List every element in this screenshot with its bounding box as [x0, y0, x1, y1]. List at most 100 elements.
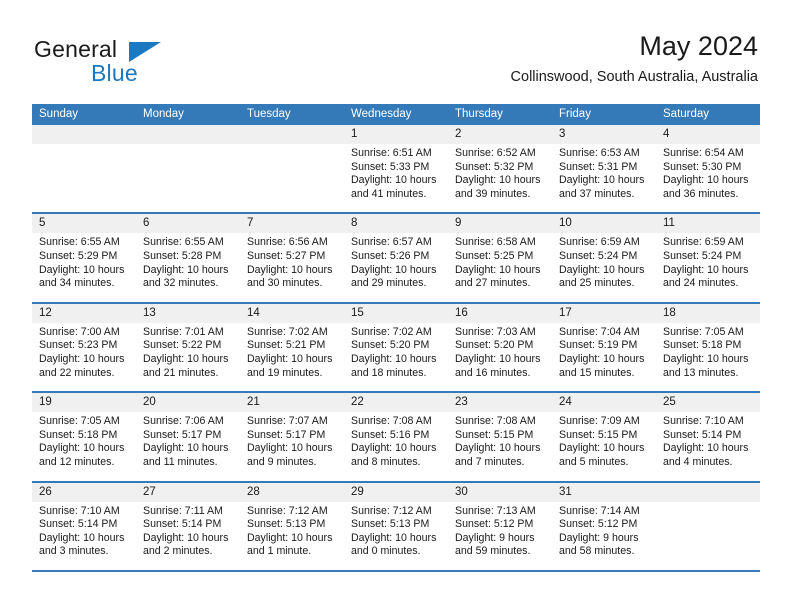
daylight-text: Daylight: 10 hours — [559, 174, 645, 187]
daylight-text: Daylight: 10 hours — [39, 352, 125, 365]
daylight-text-cont: and 3 minutes. — [39, 545, 109, 558]
sunset-text: Sunset: 5:26 PM — [351, 249, 430, 262]
day-detail-body: Sunrise: 6:57 AM Sunset: 5:26 PM Daylight:… — [344, 233, 448, 290]
day-detail-body: Sunrise: 7:14 AM Sunset: 5:12 PM Daylight:… — [552, 502, 656, 559]
day-number-band: 6 — [136, 214, 240, 234]
calendar-day-cell[interactable]: 15 Sunrise: 7:02 AM Sunset: 5:20 PM Dayligh… — [344, 303, 448, 392]
day-number: 22 — [351, 396, 364, 409]
daylight-text: Daylight: 10 hours — [247, 531, 333, 544]
day-number-band: 17 — [552, 303, 656, 323]
daylight-text-cont: and 27 minutes. — [455, 277, 531, 290]
sunset-text: Sunset: 5:20 PM — [351, 339, 430, 352]
day-number: 27 — [143, 485, 156, 498]
daylight-text-cont: and 9 minutes. — [247, 455, 317, 468]
sunrise-text: Sunrise: 7:00 AM — [39, 325, 120, 338]
calendar-day-cell[interactable]: 28 Sunrise: 7:12 AM Sunset: 5:13 PM Dayligh… — [240, 482, 344, 570]
weekday-header-friday: Friday — [559, 108, 591, 120]
calendar-day-cell[interactable]: 23 Sunrise: 7:08 AM Sunset: 5:15 PM Dayligh… — [448, 393, 552, 481]
day-number-band: 9 — [448, 214, 552, 234]
day-detail-body: Sunrise: 7:01 AM Sunset: 5:22 PM Daylight:… — [136, 323, 240, 380]
calendar-day-cell[interactable]: 22 Sunrise: 7:08 AM Sunset: 5:16 PM Dayligh… — [344, 393, 448, 481]
sunrise-text: Sunrise: 7:03 AM — [455, 325, 536, 338]
calendar-day-cell[interactable]: 20 Sunrise: 7:06 AM Sunset: 5:17 PM Dayligh… — [136, 393, 240, 481]
weekday-header-thursday: Thursday — [455, 108, 503, 120]
day-detail-body: Sunrise: 7:12 AM Sunset: 5:13 PM Daylight:… — [240, 502, 344, 559]
daylight-text-cont: and 24 minutes. — [663, 277, 739, 290]
daylight-text-cont: and 41 minutes. — [351, 187, 427, 200]
sunset-text: Sunset: 5:28 PM — [143, 249, 222, 262]
calendar-day-cell[interactable]: 13 Sunrise: 7:01 AM Sunset: 5:22 PM Dayligh… — [136, 303, 240, 392]
daylight-text-cont: and 25 minutes. — [559, 277, 635, 290]
day-number-band — [240, 125, 344, 144]
sunrise-text: Sunrise: 7:01 AM — [143, 325, 224, 338]
day-number: 4 — [663, 128, 670, 140]
calendar-day-cell[interactable]: 16 Sunrise: 7:03 AM Sunset: 5:20 PM Dayligh… — [448, 303, 552, 392]
daylight-text: Daylight: 10 hours — [455, 174, 541, 187]
weekday-header-monday: Monday — [143, 108, 184, 120]
sunset-text: Sunset: 5:14 PM — [39, 518, 118, 531]
sunset-text: Sunset: 5:31 PM — [559, 160, 638, 173]
general-blue-logo[interactable]: General Blue — [34, 36, 264, 92]
sunrise-text: Sunrise: 7:12 AM — [351, 504, 432, 517]
daylight-text: Daylight: 10 hours — [247, 442, 333, 455]
calendar-day-cell[interactable]: 29 Sunrise: 7:12 AM Sunset: 5:13 PM Dayligh… — [344, 482, 448, 570]
calendar-day-cell[interactable]: 17 Sunrise: 7:04 AM Sunset: 5:19 PM Dayligh… — [552, 303, 656, 392]
calendar-day-cell[interactable]: 18 Sunrise: 7:05 AM Sunset: 5:18 PM Dayligh… — [656, 303, 760, 392]
day-number: 1 — [351, 128, 358, 140]
daylight-text: Daylight: 10 hours — [559, 442, 645, 455]
calendar-day-cell[interactable]: 2 Sunrise: 6:52 AM Sunset: 5:32 PM Daylight… — [448, 125, 552, 213]
calendar-day-cell[interactable]: 1 Sunrise: 6:51 AM Sunset: 5:33 PM Daylight… — [344, 125, 448, 213]
day-number: 12 — [39, 306, 52, 319]
day-number-band: 30 — [448, 482, 552, 502]
sunrise-text: Sunrise: 7:02 AM — [351, 325, 432, 338]
day-number-band — [656, 482, 760, 502]
daylight-text-cont: and 39 minutes. — [455, 187, 531, 200]
sunrise-text: Sunrise: 6:59 AM — [559, 236, 640, 249]
calendar-day-cell[interactable]: 19 Sunrise: 7:05 AM Sunset: 5:18 PM Dayligh… — [32, 393, 136, 481]
daylight-text: Daylight: 10 hours — [351, 174, 437, 187]
calendar-day-cell[interactable]: 27 Sunrise: 7:11 AM Sunset: 5:14 PM Dayligh… — [136, 482, 240, 570]
calendar-day-cell[interactable]: 30 Sunrise: 7:13 AM Sunset: 5:12 PM Dayligh… — [448, 482, 552, 570]
calendar-day-cell[interactable]: 11 Sunrise: 6:59 AM Sunset: 5:24 PM Dayligh… — [656, 214, 760, 302]
sunrise-text: Sunrise: 6:55 AM — [39, 236, 120, 249]
day-number-band: 19 — [32, 393, 136, 413]
calendar-day-cell[interactable]: 25 Sunrise: 7:10 AM Sunset: 5:14 PM Dayligh… — [656, 393, 760, 481]
calendar-day-cell-empty — [656, 482, 760, 570]
daylight-text-cont: and 37 minutes. — [559, 187, 635, 200]
daylight-text-cont: and 0 minutes. — [351, 545, 421, 558]
day-number-band: 23 — [448, 393, 552, 413]
calendar-day-cell[interactable]: 10 Sunrise: 6:59 AM Sunset: 5:24 PM Dayligh… — [552, 214, 656, 302]
day-number-band: 21 — [240, 393, 344, 413]
day-detail-body: Sunrise: 7:02 AM Sunset: 5:20 PM Daylight:… — [344, 323, 448, 380]
brand-name-general: General — [34, 36, 118, 62]
calendar-grid: Sunday Monday Tuesday Wednesday Thursday Frid… — [32, 104, 760, 572]
sunrise-text: Sunrise: 6:51 AM — [351, 147, 432, 159]
calendar-day-cell[interactable]: 8 Sunrise: 6:57 AM Sunset: 5:26 PM Daylight… — [344, 214, 448, 302]
day-number: 5 — [39, 217, 46, 230]
day-number-band: 3 — [552, 125, 656, 144]
calendar-day-cell[interactable]: 31 Sunrise: 7:14 AM Sunset: 5:12 PM Dayligh… — [552, 482, 656, 570]
sunset-text: Sunset: 5:13 PM — [351, 518, 430, 531]
calendar-day-cell[interactable]: 24 Sunrise: 7:09 AM Sunset: 5:15 PM Dayligh… — [552, 393, 656, 481]
calendar-day-cell[interactable]: 6 Sunrise: 6:55 AM Sunset: 5:28 PM Daylight… — [136, 214, 240, 302]
title-block: May 2024 Collinswood, South Australia, A… — [511, 30, 758, 87]
calendar-day-cell[interactable]: 14 Sunrise: 7:02 AM Sunset: 5:21 PM Dayligh… — [240, 303, 344, 392]
calendar-day-cell[interactable]: 4 Sunrise: 6:54 AM Sunset: 5:30 PM Daylight… — [656, 125, 760, 213]
sunrise-text: Sunrise: 7:11 AM — [143, 504, 223, 517]
day-detail-body: Sunrise: 6:51 AM Sunset: 5:33 PM Daylight:… — [344, 144, 448, 201]
day-number: 23 — [455, 396, 468, 409]
calendar-day-cell[interactable]: 12 Sunrise: 7:00 AM Sunset: 5:23 PM Dayligh… — [32, 303, 136, 392]
calendar-day-cell[interactable]: 9 Sunrise: 6:58 AM Sunset: 5:25 PM Daylight… — [448, 214, 552, 302]
day-number-band: 26 — [32, 482, 136, 502]
calendar-day-cell[interactable]: 21 Sunrise: 7:07 AM Sunset: 5:17 PM Dayligh… — [240, 393, 344, 481]
calendar-day-cell[interactable]: 5 Sunrise: 6:55 AM Sunset: 5:29 PM Daylight… — [32, 214, 136, 302]
day-number: 14 — [247, 306, 260, 319]
calendar-day-cell[interactable]: 3 Sunrise: 6:53 AM Sunset: 5:31 PM Daylight… — [552, 125, 656, 213]
sunrise-text: Sunrise: 6:56 AM — [247, 236, 328, 249]
calendar-day-cell[interactable]: 7 Sunrise: 6:56 AM Sunset: 5:27 PM Daylight… — [240, 214, 344, 302]
calendar-day-cell[interactable]: 26 Sunrise: 7:10 AM Sunset: 5:14 PM Dayligh… — [32, 482, 136, 570]
daylight-text-cont: and 29 minutes. — [351, 277, 427, 290]
calendar-day-cell-empty — [32, 125, 136, 213]
calendar-week-row: 1 Sunrise: 6:51 AM Sunset: 5:33 PM Daylight… — [32, 125, 760, 215]
sunset-text: Sunset: 5:17 PM — [247, 428, 326, 441]
